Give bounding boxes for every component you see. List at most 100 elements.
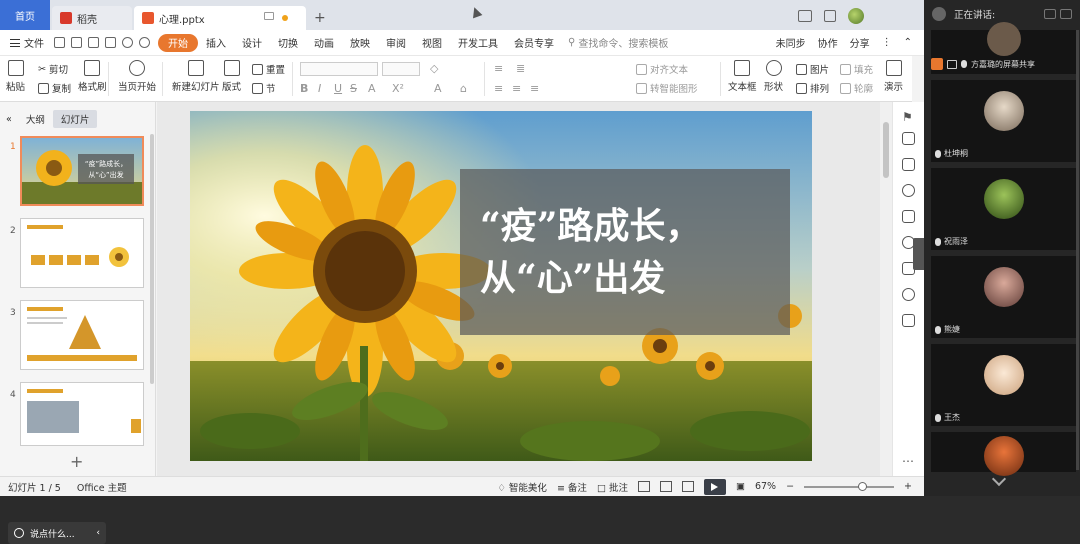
tab-daoke[interactable]: 稻壳 <box>52 6 132 30</box>
cut-button[interactable]: ✂ 剪切 <box>38 62 68 77</box>
scrollbar-thumb[interactable] <box>883 122 889 178</box>
slide-thumbnail-1[interactable]: “疫”路成长， 从“心”出发 <box>20 136 144 206</box>
tab-slides[interactable]: 幻灯片 <box>52 110 98 128</box>
new-slide-button[interactable]: 新建幻灯片 <box>172 60 220 93</box>
apps-grid-icon[interactable] <box>824 10 836 22</box>
current-slide[interactable]: “疫”路成长， 从“心”出发 <box>190 111 812 461</box>
emoji-icon[interactable] <box>14 528 24 538</box>
fill-button[interactable]: 填充 <box>840 62 873 76</box>
tab-start[interactable]: 开始 <box>158 33 198 52</box>
settings-icon[interactable] <box>902 158 915 171</box>
participant-tile[interactable] <box>931 432 1076 476</box>
monitor-icon[interactable] <box>264 12 274 20</box>
participant-scrollbar[interactable] <box>1076 30 1079 470</box>
align-center-icon[interactable]: ≡ <box>512 82 521 95</box>
paste-button[interactable]: 粘贴 <box>6 60 25 93</box>
play-slideshow-button[interactable] <box>703 478 726 495</box>
outline-button[interactable]: 轮廓 <box>840 81 873 95</box>
highlight-icon[interactable]: ⌂ <box>460 82 467 95</box>
align-text-button[interactable]: 对齐文本 <box>636 62 688 76</box>
sync-status-button[interactable]: 未同步 <box>776 35 806 50</box>
collapse-ribbon-icon[interactable]: ⌃ <box>904 37 912 48</box>
picture-button[interactable]: 图片 <box>796 62 829 76</box>
layout-button[interactable]: 版式 <box>222 60 241 93</box>
normal-view-icon[interactable] <box>637 481 650 492</box>
save-icon[interactable] <box>54 37 65 48</box>
tab-review[interactable]: 审阅 <box>378 34 414 52</box>
shape-button[interactable]: 形状 <box>764 60 783 93</box>
layout-icon[interactable] <box>1044 9 1056 19</box>
textbox-button[interactable]: 文本框 <box>728 60 757 93</box>
strikethrough-icon[interactable]: S <box>350 82 357 95</box>
italic-icon[interactable]: I <box>318 82 321 95</box>
print-icon[interactable] <box>88 37 99 48</box>
zoom-level[interactable]: 67% <box>755 481 776 492</box>
numbering-icon[interactable]: ≣ <box>516 62 525 75</box>
chat-input-toast[interactable]: 说点什么... ‹ <box>8 522 106 544</box>
underline-icon[interactable]: U <box>334 82 342 95</box>
tab-outline[interactable]: 大纲 <box>18 110 53 128</box>
file-menu[interactable]: 文件 <box>0 35 54 50</box>
chevron-left-icon[interactable]: ‹ <box>96 528 100 538</box>
text-effect-icon[interactable]: A <box>434 82 442 95</box>
tab-member[interactable]: 会员专享 <box>506 34 562 52</box>
presentation-button[interactable]: 演示 <box>884 60 903 93</box>
collapse-panel-icon[interactable]: « <box>0 114 18 125</box>
canvas-vertical-scrollbar[interactable] <box>880 102 892 476</box>
collaborate-button[interactable]: 协作 <box>818 35 838 50</box>
tab-home[interactable]: 首页 <box>0 0 50 30</box>
zoom-slider[interactable] <box>804 481 895 491</box>
add-slide-button[interactable]: + <box>70 452 83 471</box>
window-layout-icon[interactable] <box>798 10 812 22</box>
new-tab-button[interactable]: + <box>306 6 334 30</box>
screen-share-row[interactable]: 方嘉璐的屏幕共享 <box>931 56 1076 72</box>
format-painter-button[interactable]: 格式刷 <box>78 60 107 93</box>
properties-icon[interactable] <box>902 132 915 145</box>
font-family-select[interactable] <box>300 62 378 76</box>
bold-icon[interactable]: B <box>300 82 308 95</box>
fit-window-icon[interactable]: ▣ <box>736 481 745 492</box>
tab-design[interactable]: 设计 <box>234 34 270 52</box>
align-left-icon[interactable]: ≡ <box>494 82 503 95</box>
animation-icon[interactable] <box>902 184 915 197</box>
redo-icon[interactable] <box>139 37 150 48</box>
more-tools-icon[interactable]: ⋯ <box>902 454 915 468</box>
comment-button[interactable]: □ 批注 <box>597 480 628 494</box>
share-button[interactable]: 分享 <box>850 35 870 50</box>
backup-icon[interactable] <box>902 314 915 327</box>
tab-insert[interactable]: 插入 <box>198 34 234 52</box>
section-button[interactable]: 节 <box>252 81 276 95</box>
tab-animation[interactable]: 动画 <box>306 34 342 52</box>
tab-transition[interactable]: 切换 <box>270 34 306 52</box>
command-search[interactable]: ⚲ 查找命令、搜索模板 <box>568 35 668 50</box>
tab-document[interactable]: 心理.pptx <box>134 6 306 30</box>
participant-tile[interactable]: 王杰 <box>931 344 1076 426</box>
font-color-icon[interactable]: A <box>368 82 376 95</box>
beautify-button[interactable]: ♢ 智能美化 <box>497 480 547 494</box>
zoom-in-icon[interactable]: + <box>904 481 912 492</box>
tab-slideshow[interactable]: 放映 <box>342 34 378 52</box>
tab-view[interactable]: 视图 <box>414 34 450 52</box>
copy-button[interactable]: 复制 <box>38 81 71 95</box>
tab-developer[interactable]: 开发工具 <box>450 34 506 52</box>
zoom-slider-knob[interactable] <box>858 481 868 491</box>
undo-icon[interactable] <box>122 37 133 48</box>
thumbnail-scrollbar[interactable] <box>150 134 154 384</box>
notes-button[interactable]: ≡ 备注 <box>557 480 587 494</box>
smart-graphic-button[interactable]: 转智能图形 <box>636 81 698 95</box>
print-preview-icon[interactable] <box>105 37 116 48</box>
reset-button[interactable]: 重置 <box>252 62 285 76</box>
slide-title[interactable]: “疫”路成长， 从“心”出发 <box>460 169 790 335</box>
user-avatar[interactable] <box>848 8 864 24</box>
reading-view-icon[interactable] <box>681 481 694 492</box>
pin-icon[interactable]: ⚑ <box>902 110 915 124</box>
font-size-select[interactable] <box>382 62 420 76</box>
clear-format-icon[interactable]: ◇ <box>430 62 438 75</box>
back-icon[interactable] <box>1060 9 1072 19</box>
participant-tile[interactable]: 熊婕 <box>931 256 1076 338</box>
play-from-current-button[interactable]: 当页开始 <box>118 60 156 93</box>
slide-thumbnail-4[interactable] <box>20 382 144 446</box>
collapse-handle[interactable] <box>913 238 924 270</box>
slide-sorter-icon[interactable] <box>659 481 672 492</box>
bullets-icon[interactable]: ≡ <box>494 62 503 75</box>
